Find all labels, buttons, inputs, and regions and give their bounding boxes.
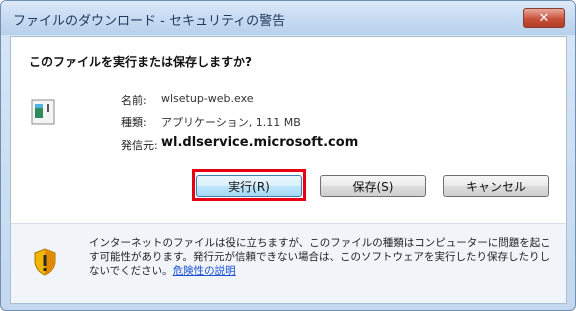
question-text: このファイルを実行または保存しますか? — [29, 55, 252, 69]
dialog-content: このファイルを実行または保存しますか? 名前: wlsetup-web.exe … — [10, 36, 567, 304]
source-label: 発信元: — [121, 139, 158, 152]
warning-text: インターネットのファイルは役に立ちますが、このファイルの種類はコンピューターに問… — [89, 237, 551, 277]
type-label: 種類: — [121, 116, 147, 129]
file-source: wl.dlservice.microsoft.com — [161, 135, 359, 150]
close-button[interactable]: ✕ — [523, 8, 565, 28]
save-button[interactable]: 保存(S) — [320, 175, 426, 197]
shield-warning-icon — [34, 248, 56, 276]
title-bar[interactable]: ファイルのダウンロード - セキュリティの警告 ✕ — [1, 1, 575, 35]
file-type: アプリケーション, 1.11 MB — [161, 116, 301, 129]
name-label: 名前: — [121, 94, 147, 107]
application-file-icon — [31, 99, 55, 125]
run-button-highlight — [192, 169, 306, 201]
file-name: wlsetup-web.exe — [161, 92, 254, 105]
close-icon: ✕ — [538, 10, 550, 26]
download-security-dialog: ファイルのダウンロード - セキュリティの警告 ✕ このファイルを実行または保存… — [0, 0, 576, 311]
warning-message: インターネットのファイルは役に立ちますが、このファイルの種類はコンピューターに問… — [89, 236, 557, 278]
risk-link[interactable]: 危険性の説明 — [173, 265, 236, 277]
cancel-button[interactable]: キャンセル — [443, 175, 549, 197]
dialog-title: ファイルのダウンロード - セキュリティの警告 — [13, 14, 286, 29]
warning-area: インターネットのファイルは役に立ちますが、このファイルの種類はコンピューターに問… — [11, 224, 566, 303]
